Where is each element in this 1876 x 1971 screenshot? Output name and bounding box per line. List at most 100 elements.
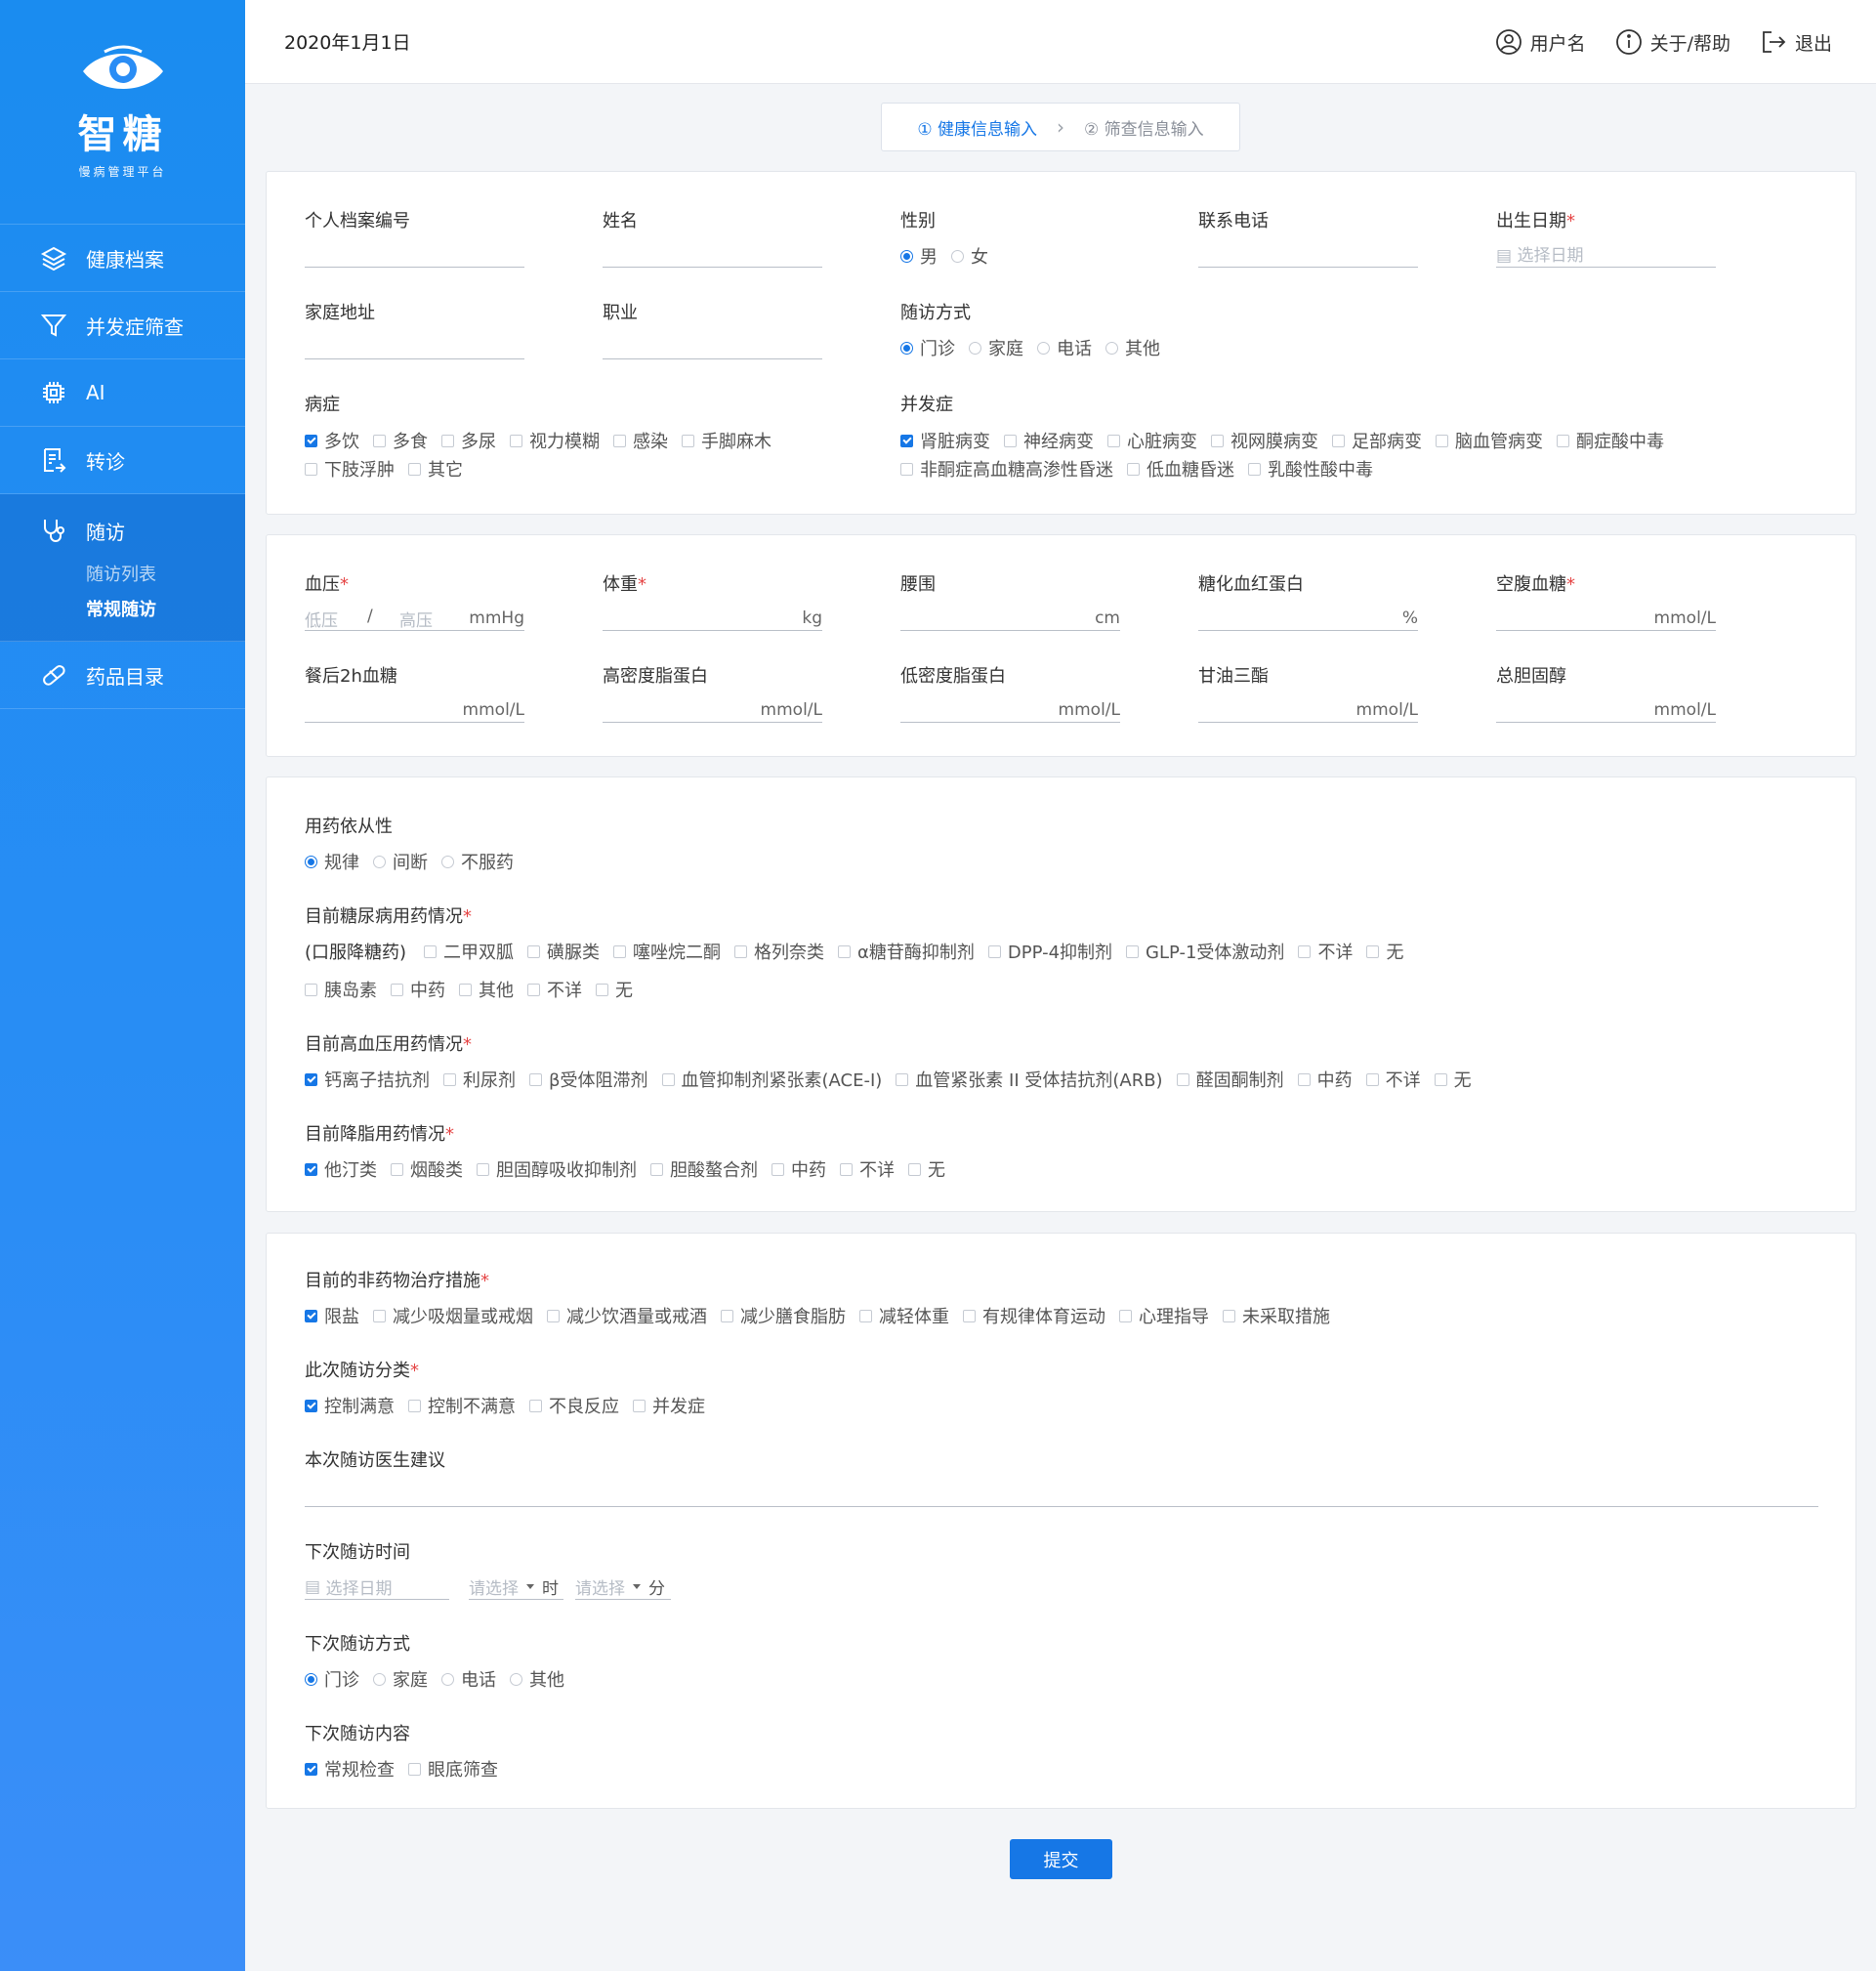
checkbox-option[interactable]: 无 bbox=[1366, 939, 1403, 964]
checkbox-option[interactable]: 钙离子拮抗剂 bbox=[305, 1067, 430, 1092]
checkbox-option[interactable]: 烟酸类 bbox=[391, 1156, 463, 1182]
checkbox-option[interactable]: 减少膳食脂肪 bbox=[721, 1303, 846, 1328]
user-menu-button[interactable]: 用户名 bbox=[1495, 28, 1586, 56]
checkbox-option[interactable]: 减少饮酒量或戒酒 bbox=[547, 1303, 707, 1328]
next-date-picker[interactable]: ▤ 选择日期 bbox=[305, 1574, 449, 1600]
checkbox-option[interactable]: 视力模糊 bbox=[510, 428, 600, 453]
waist-input[interactable] bbox=[900, 630, 1120, 631]
checkbox-option[interactable]: 中药 bbox=[771, 1156, 826, 1182]
radio-option[interactable]: 电话 bbox=[441, 1666, 496, 1692]
logout-button[interactable]: 退出 bbox=[1760, 28, 1832, 56]
checkbox-option[interactable]: 多食 bbox=[373, 428, 428, 453]
checkbox-option[interactable]: 多尿 bbox=[441, 428, 496, 453]
hdl-input[interactable] bbox=[603, 722, 822, 723]
submit-button[interactable]: 提交 bbox=[1010, 1839, 1112, 1879]
checkbox-option[interactable]: 控制满意 bbox=[305, 1393, 395, 1418]
checkbox-option[interactable]: 磺脲类 bbox=[527, 939, 600, 964]
ldl-input[interactable] bbox=[900, 722, 1120, 723]
radio-option[interactable]: 间断 bbox=[373, 849, 428, 874]
sidebar-item-complication-screening[interactable]: 并发症筛查 bbox=[0, 292, 245, 359]
checkbox-option[interactable]: 血管紧张素 II 受体拮抗剂(ARB) bbox=[896, 1067, 1163, 1092]
sidebar-subitem-followup-list[interactable]: 随访列表 bbox=[0, 561, 245, 586]
checkbox-option[interactable]: 减轻体重 bbox=[859, 1303, 949, 1328]
checkbox-option[interactable]: 手脚麻木 bbox=[682, 428, 771, 453]
checkbox-option[interactable]: β受体阻滞剂 bbox=[529, 1067, 648, 1092]
checkbox-option[interactable]: 足部病变 bbox=[1332, 428, 1422, 453]
sidebar-item-referral[interactable]: 转诊 bbox=[0, 427, 245, 494]
checkbox-option[interactable]: 减少吸烟量或戒烟 bbox=[373, 1303, 533, 1328]
tc-input[interactable] bbox=[1496, 722, 1716, 723]
hba1c-input[interactable] bbox=[1198, 630, 1418, 631]
radio-option[interactable]: 家庭 bbox=[969, 335, 1023, 360]
pg2h-input[interactable] bbox=[305, 722, 524, 723]
checkbox-option[interactable]: 视网膜病变 bbox=[1211, 428, 1318, 453]
radio-option[interactable]: 门诊 bbox=[900, 335, 955, 360]
file-no-input[interactable] bbox=[305, 267, 524, 268]
checkbox-option[interactable]: 不详 bbox=[1298, 939, 1353, 964]
checkbox-option[interactable]: 其他 bbox=[459, 977, 514, 1002]
checkbox-option[interactable]: 中药 bbox=[1297, 1067, 1353, 1092]
birth-date-picker[interactable]: ▤ 选择日期 bbox=[1496, 241, 1583, 266]
radio-option[interactable]: 其他 bbox=[1105, 335, 1160, 360]
radio-option[interactable]: 家庭 bbox=[373, 1666, 428, 1692]
bp-high-input[interactable]: 高压 bbox=[399, 607, 433, 631]
checkbox-option[interactable]: 下肢浮肿 bbox=[305, 456, 395, 482]
sidebar-item-ai[interactable]: AI bbox=[0, 359, 245, 427]
radio-option[interactable]: 不服药 bbox=[441, 849, 514, 874]
checkbox-option[interactable]: 乳酸性酸中毒 bbox=[1248, 456, 1373, 482]
checkbox-option[interactable]: 无 bbox=[908, 1156, 945, 1182]
radio-option[interactable]: 男 bbox=[900, 243, 938, 269]
checkbox-option[interactable]: 控制不满意 bbox=[408, 1393, 516, 1418]
checkbox-option[interactable]: 常规检查 bbox=[305, 1756, 395, 1782]
checkbox-option[interactable]: 格列奈类 bbox=[734, 939, 824, 964]
radio-option[interactable]: 门诊 bbox=[305, 1666, 359, 1692]
fpg-input[interactable] bbox=[1496, 630, 1716, 631]
radio-option[interactable]: 规律 bbox=[305, 849, 359, 874]
checkbox-option[interactable]: 利尿剂 bbox=[443, 1067, 516, 1092]
checkbox-option[interactable]: 眼底筛查 bbox=[408, 1756, 498, 1782]
checkbox-option[interactable]: 心脏病变 bbox=[1107, 428, 1197, 453]
checkbox-option[interactable]: DPP-4抑制剂 bbox=[987, 939, 1112, 964]
checkbox-option[interactable]: 醛固酮制剂 bbox=[1176, 1067, 1284, 1092]
checkbox-option[interactable]: 酮症酸中毒 bbox=[1557, 428, 1664, 453]
checkbox-option[interactable]: 不详 bbox=[1365, 1067, 1421, 1092]
radio-option[interactable]: 其他 bbox=[510, 1666, 564, 1692]
name-input[interactable] bbox=[603, 267, 822, 268]
checkbox-option[interactable]: 肾脏病变 bbox=[900, 428, 990, 453]
job-input[interactable] bbox=[603, 358, 822, 359]
checkbox-option[interactable]: 并发症 bbox=[633, 1393, 705, 1418]
checkbox-option[interactable]: 神经病变 bbox=[1004, 428, 1094, 453]
checkbox-option[interactable]: 低血糖昏迷 bbox=[1127, 456, 1234, 482]
doctor-advice-input[interactable] bbox=[305, 1506, 1818, 1507]
weight-input[interactable] bbox=[603, 630, 822, 631]
sidebar-item-drug-catalog[interactable]: 药品目录 bbox=[0, 642, 245, 709]
address-input[interactable] bbox=[305, 358, 524, 359]
checkbox-option[interactable]: 非酮症高血糖高渗性昏迷 bbox=[900, 456, 1113, 482]
checkbox-option[interactable]: 不详 bbox=[527, 977, 582, 1002]
minute-select[interactable]: 请选择分 bbox=[575, 1574, 671, 1600]
checkbox-option[interactable]: 限盐 bbox=[305, 1303, 359, 1328]
checkbox-option[interactable]: 感染 bbox=[613, 428, 668, 453]
checkbox-option[interactable]: 脑血管病变 bbox=[1436, 428, 1543, 453]
sidebar-item-followup[interactable]: 随访 bbox=[0, 516, 245, 545]
hour-select[interactable]: 请选择时 bbox=[469, 1574, 563, 1600]
sidebar-item-health-records[interactable]: 健康档案 bbox=[0, 225, 245, 292]
checkbox-option[interactable]: 未采取措施 bbox=[1223, 1303, 1330, 1328]
phone-input[interactable] bbox=[1198, 267, 1418, 268]
checkbox-option[interactable]: 心理指导 bbox=[1119, 1303, 1209, 1328]
checkbox-option[interactable]: 不详 bbox=[840, 1156, 895, 1182]
step-screening-info[interactable]: ② 筛查信息输入 bbox=[1084, 115, 1204, 140]
checkbox-option[interactable]: 无 bbox=[1434, 1067, 1472, 1092]
checkbox-option[interactable]: 无 bbox=[596, 977, 633, 1002]
checkbox-option[interactable]: 中药 bbox=[391, 977, 445, 1002]
radio-option[interactable]: 电话 bbox=[1037, 335, 1092, 360]
checkbox-option[interactable]: 多饮 bbox=[305, 428, 359, 453]
checkbox-option[interactable]: 他汀类 bbox=[305, 1156, 377, 1182]
checkbox-option[interactable]: 二甲双胍 bbox=[424, 939, 514, 964]
brand-logo[interactable]: 智糖 慢病管理平台 bbox=[0, 0, 245, 225]
checkbox-option[interactable]: α糖苷酶抑制剂 bbox=[838, 939, 975, 964]
checkbox-option[interactable]: 有规律体育运动 bbox=[963, 1303, 1105, 1328]
checkbox-option[interactable]: 胆固醇吸收抑制剂 bbox=[477, 1156, 637, 1182]
checkbox-option[interactable]: 胆酸螯合剂 bbox=[650, 1156, 758, 1182]
checkbox-option[interactable]: 其它 bbox=[408, 456, 463, 482]
